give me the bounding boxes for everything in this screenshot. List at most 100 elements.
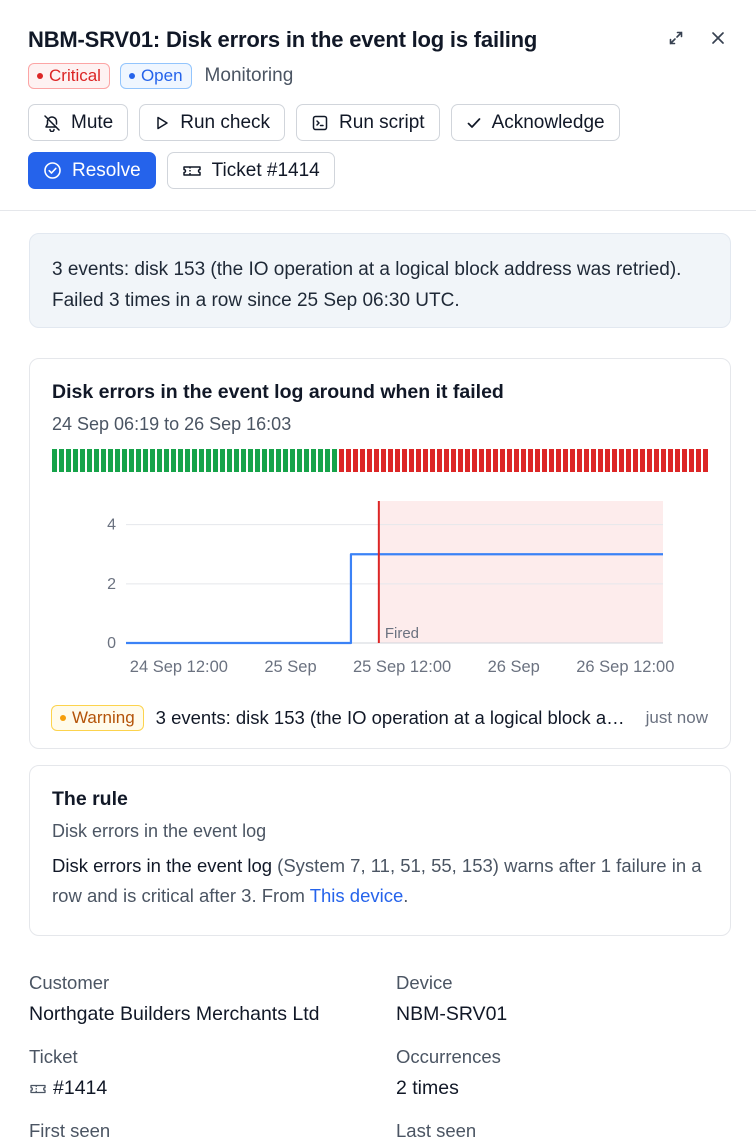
- acknowledge-button[interactable]: Acknowledge: [450, 104, 620, 141]
- status-strip-bar: [227, 449, 232, 472]
- status-badge: Open: [119, 63, 192, 89]
- status-strip-bar: [647, 449, 652, 472]
- rule-heading: The rule: [52, 788, 128, 810]
- history-card: Disk errors in the event log around when…: [29, 358, 731, 749]
- status-strip-bar: [52, 449, 57, 472]
- alert-title: NBM-SRV01: Disk errors in the event log …: [28, 27, 538, 52]
- close-icon[interactable]: [708, 28, 728, 48]
- last-seen-label: Last seen: [396, 1120, 477, 1137]
- status-strip-bar: [423, 449, 428, 472]
- status-strip-bar: [115, 449, 120, 472]
- status-strip-bar: [444, 449, 449, 472]
- status-strip-bar: [479, 449, 484, 472]
- status-strip-bar: [129, 449, 134, 472]
- status-strip-bar: [682, 449, 687, 472]
- check-icon: [467, 117, 480, 128]
- play-icon: [157, 116, 168, 129]
- resolve-button[interactable]: Resolve: [28, 152, 156, 189]
- customer-value: Northgate Builders Merchants Ltd: [29, 1003, 320, 1025]
- rule-bold-name: Disk errors in the event log: [52, 855, 273, 876]
- status-strip-bar: [80, 449, 85, 472]
- status-strip-bar: [675, 449, 680, 472]
- status-strip-bar: [325, 449, 330, 472]
- status-strip-bar: [206, 449, 211, 472]
- failing-region: [378, 501, 663, 643]
- status-strip-bar: [290, 449, 295, 472]
- status-strip-bar: [262, 449, 267, 472]
- status-strip-bar: [122, 449, 127, 472]
- ticket-icon: [182, 165, 201, 176]
- ticket-value[interactable]: #1414: [29, 1077, 396, 1100]
- status-strip-bar: [171, 449, 176, 472]
- status-strip-bar: [367, 449, 372, 472]
- status-strip-bar: [577, 449, 582, 472]
- status-strip-bar: [192, 449, 197, 472]
- status-strip-bar: [563, 449, 568, 472]
- status-strip-bar: [332, 449, 337, 472]
- status-strip-bar: [234, 449, 239, 472]
- mute-button[interactable]: Mute: [28, 104, 129, 141]
- status-strip-bar: [178, 449, 183, 472]
- latest-alert-row[interactable]: Warning 3 events: disk 153 (the IO opera…: [51, 705, 708, 731]
- status-strip-bar: [542, 449, 547, 472]
- occurrences-label: Occurrences: [396, 1046, 501, 1067]
- status-strip-bar: [157, 449, 162, 472]
- y-tick-label: 2: [107, 576, 116, 593]
- check-circle-icon: [44, 162, 61, 179]
- status-strip-bar: [143, 449, 148, 472]
- status-strip-bar: [584, 449, 589, 472]
- rule-name: Disk errors in the event log: [52, 821, 267, 841]
- status-strip-bar: [549, 449, 554, 472]
- latest-alert-text: 3 events: disk 153 (the IO operation at …: [155, 707, 634, 728]
- status-strip-bar: [360, 449, 365, 472]
- x-tick-label: 26 Sep 12:00: [576, 658, 674, 676]
- status-strip-bar: [339, 449, 344, 472]
- status-strip-bar: [87, 449, 92, 472]
- status-strip-bar: [59, 449, 64, 472]
- device-label: Device: [396, 972, 453, 993]
- status-strip-bar: [654, 449, 659, 472]
- ticket-button[interactable]: Ticket #1414: [166, 152, 335, 189]
- device-value[interactable]: NBM-SRV01: [396, 1003, 756, 1026]
- status-strip-bar: [556, 449, 561, 472]
- status-strip-bar: [668, 449, 673, 472]
- history-card-title: Disk errors in the event log around when…: [52, 381, 504, 403]
- status-strip-bar: [318, 449, 323, 472]
- x-tick-label: 25 Sep 12:00: [353, 658, 451, 676]
- status-tags: Critical Open Monitoring: [28, 62, 728, 90]
- status-strip-bar: [605, 449, 610, 472]
- fired-label: Fired: [385, 625, 419, 642]
- status-strip-bar: [451, 449, 456, 472]
- status-strip-bar: [465, 449, 470, 472]
- alert-details: Customer Northgate Builders Merchants Lt…: [0, 972, 756, 1137]
- alert-content: 3 events: disk 153 (the IO operation at …: [0, 211, 756, 936]
- warning-badge: Warning: [51, 705, 144, 731]
- x-tick-label: 26 Sep: [488, 658, 540, 676]
- alert-header: NBM-SRV01: Disk errors in the event log …: [0, 0, 756, 211]
- status-strip-bar: [409, 449, 414, 472]
- status-strip-bar: [185, 449, 190, 472]
- status-strip-bar: [101, 449, 106, 472]
- status-strip-bar: [507, 449, 512, 472]
- status-strip-bar: [619, 449, 624, 472]
- occurrences-field: Occurrences 2 times: [396, 1046, 756, 1100]
- device-link[interactable]: This device: [310, 885, 404, 906]
- status-strip-bar: [633, 449, 638, 472]
- status-strip-bar: [255, 449, 260, 472]
- status-strip-bar: [493, 449, 498, 472]
- alert-summary: 3 events: disk 153 (the IO operation at …: [29, 233, 731, 328]
- status-strip: [52, 449, 708, 472]
- status-strip-bar: [521, 449, 526, 472]
- run-script-button[interactable]: Run script: [296, 104, 440, 141]
- expand-icon[interactable]: [666, 28, 686, 48]
- status-strip-bar: [528, 449, 533, 472]
- status-strip-bar: [136, 449, 141, 472]
- category-label: Monitoring: [204, 65, 294, 86]
- run-check-button[interactable]: Run check: [139, 104, 286, 141]
- status-strip-bar: [346, 449, 351, 472]
- status-strip-bar: [486, 449, 491, 472]
- status-strip-bar: [220, 449, 225, 472]
- bell-off-icon: [44, 114, 60, 132]
- status-strip-bar: [248, 449, 253, 472]
- status-strip-bar: [108, 449, 113, 472]
